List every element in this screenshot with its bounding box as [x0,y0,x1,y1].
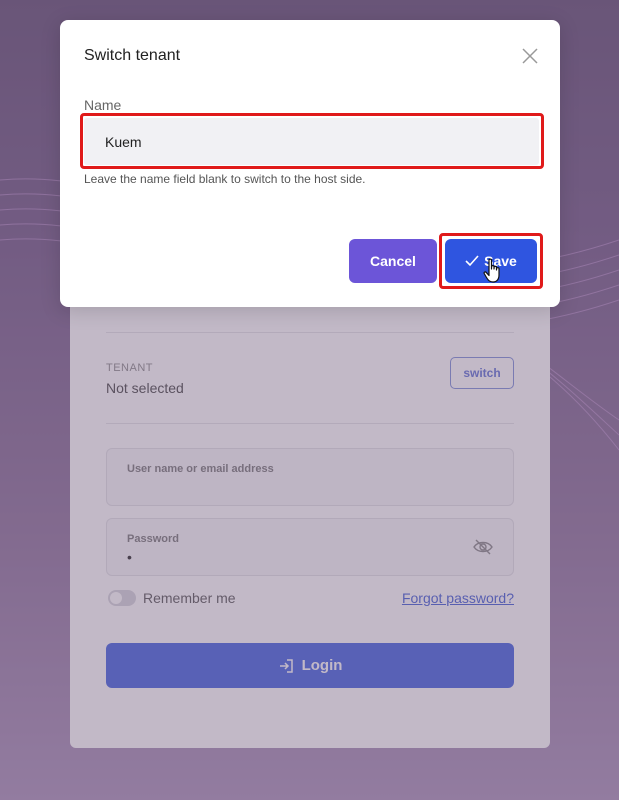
close-icon[interactable] [522,48,538,64]
save-label: Save [484,253,517,269]
check-icon [465,255,479,267]
save-button[interactable]: Save [445,239,537,283]
switch-tenant-dialog: Switch tenant Name Leave the name field … [60,20,560,307]
name-hint: Leave the name field blank to switch to … [84,172,366,186]
cancel-button[interactable]: Cancel [349,239,437,283]
tenant-name-input[interactable] [84,118,539,165]
name-label: Name [84,97,122,113]
dialog-title: Switch tenant [84,47,181,64]
